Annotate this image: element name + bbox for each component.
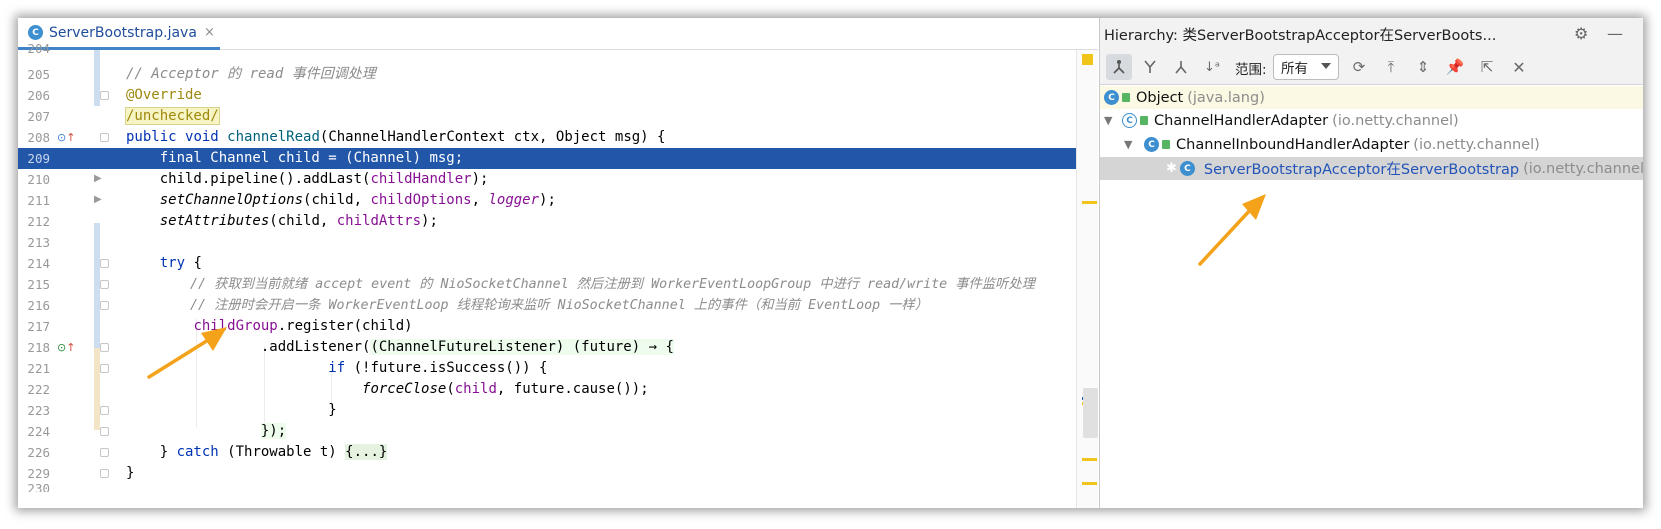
subtypes-hierarchy-button[interactable] [1137, 54, 1163, 80]
code-line[interactable]: 215 // 获取到当前就绪 accept event 的 NioSocketC… [18, 274, 1098, 295]
tree-expanded-icon[interactable]: ▼ [1124, 138, 1132, 151]
hierarchy-title: Hierarchy: 类ServerBootstrapAcceptor在Serv… [1104, 27, 1497, 44]
unchecked-hint: /unchecked/ [125, 107, 220, 125]
code-line[interactable]: 224 }); [18, 421, 1098, 442]
class-icon: C [1179, 161, 1195, 176]
supertypes-button[interactable] [1168, 54, 1194, 80]
implement-gutter-icon[interactable]: ⊙↑ [57, 341, 75, 354]
code-line[interactable]: 218 ⊙↑ .addListener((ChannelFutureListen… [18, 337, 1098, 358]
subtypes-icon [1144, 60, 1156, 73]
fold-marker[interactable] [100, 364, 109, 373]
code-line[interactable]: 208 ⊙↑ public void channelRead(ChannelHa… [18, 127, 1098, 148]
comment: // 注册时会开启一条 WorkerEventLoop 线程轮询来监听 NioS… [190, 298, 929, 313]
fold-marker[interactable] [100, 406, 109, 415]
minimize-icon[interactable]: — [1607, 24, 1623, 43]
code-line[interactable]: 213 [18, 232, 1098, 253]
comment: // 获取到当前就绪 accept event 的 NioSocketChann… [190, 277, 1035, 292]
fold-marker[interactable] [100, 448, 109, 457]
pin-icon: 📌 [1445, 58, 1465, 76]
abstract-class-icon: C [1122, 113, 1137, 128]
close-button[interactable]: ✕ [1506, 54, 1532, 80]
tree-item-object[interactable]: C Object (java.lang) [1100, 86, 1643, 109]
hierarchy-title-bar: Hierarchy: 类ServerBootstrapAcceptor在Serv… [1100, 18, 1643, 50]
code-line[interactable]: 207 /unchecked/ [18, 106, 1098, 127]
code-line[interactable]: 223 } [18, 400, 1098, 421]
tab-label: ServerBootstrap.java [49, 24, 197, 41]
fold-marker[interactable] [100, 133, 109, 142]
folded-lambda[interactable]: (ChannelFutureListener) (future) → { [370, 339, 674, 355]
scope-label: 范围: [1235, 62, 1267, 78]
warning-mark[interactable] [1082, 458, 1097, 461]
hierarchy-panel: Hierarchy: 类ServerBootstrapAcceptor在Serv… [1099, 18, 1643, 508]
code-line[interactable]: 211 ▶ setChannelOptions(child, childOpti… [18, 190, 1098, 211]
sort-az-icon: ↓ᵃ [1204, 59, 1220, 75]
code-line[interactable]: 221 if (!future.isSuccess()) { [18, 358, 1098, 379]
code-line[interactable]: 222 forceClose(child, future.cause()); [18, 379, 1098, 400]
export-icon: ⤒ [1387, 58, 1395, 76]
code-line[interactable]: 229 } [18, 463, 1098, 484]
code-line[interactable]: 205 // Acceptor 的 read 事件回调处理 [18, 64, 1098, 85]
code-line: 204 [27, 41, 50, 56]
code-line[interactable]: 206 @Override [18, 85, 1098, 106]
expand-all-icon: ⇕ [1416, 58, 1430, 76]
refresh-button[interactable]: ⟳ [1346, 54, 1372, 80]
warning-indicator-icon[interactable] [1082, 54, 1093, 65]
run-arrow-icon: ▶ [94, 173, 102, 184]
override-gutter-icon[interactable]: ⊙↑ [57, 131, 75, 144]
gear-icon[interactable]: ⚙ [1574, 24, 1588, 43]
run-arrow-icon: ▶ [94, 194, 102, 205]
fold-marker[interactable] [100, 280, 109, 289]
fold-marker[interactable] [100, 301, 109, 310]
supertypes-icon [1175, 61, 1187, 74]
refresh-icon: ⟳ [1352, 58, 1366, 76]
ide-window: C ServerBootstrap.java × 204 205 // Acce… [18, 18, 1643, 508]
annotation: @Override [126, 87, 202, 103]
error-stripe[interactable] [1076, 50, 1098, 508]
tree-item-channelhandleradapter[interactable]: C ChannelHandlerAdapter (io.netty.channe… [1122, 109, 1459, 132]
public-access-icon [1140, 116, 1148, 125]
scroll-thumb[interactable] [1083, 388, 1098, 438]
class-icon: C [28, 25, 43, 40]
scope-select[interactable]: 所有 [1273, 54, 1339, 80]
comment: // Acceptor 的 read 事件回调处理 [126, 66, 376, 82]
code-line[interactable]: 216 // 注册时会开启一条 WorkerEventLoop 线程轮询来监听 … [18, 295, 1098, 316]
hierarchy-toolbar: ↓ᵃ 范围: 所有 ⟳ ⤒ ⇕ 📌 ⇱ ✕ [1100, 50, 1643, 85]
close-tab-icon[interactable]: × [204, 25, 215, 40]
code-editor[interactable]: C ServerBootstrap.java × 204 205 // Acce… [18, 18, 1098, 508]
export-button[interactable]: ⤒ [1378, 54, 1404, 80]
class-icon: C [1144, 137, 1159, 152]
fold-marker[interactable] [100, 427, 109, 436]
fold-marker[interactable] [100, 259, 109, 268]
sort-alphabetically-button[interactable]: ↓ᵃ [1199, 54, 1225, 80]
fold-marker[interactable] [100, 343, 109, 352]
tree-expanded-icon[interactable]: ▼ [1104, 114, 1112, 127]
warning-mark[interactable] [1082, 482, 1097, 485]
selected-code-line[interactable]: 209 final Channel child = (Channel) msg; [18, 148, 1098, 169]
code-line[interactable]: 217 childGroup.register(child) [18, 316, 1098, 337]
code-line[interactable]: 212 setAttributes(child, childAttrs); [18, 211, 1098, 232]
code-line[interactable]: 214 try { [18, 253, 1098, 274]
class-icon: C [1104, 90, 1119, 105]
warning-mark[interactable] [1082, 201, 1097, 204]
fold-marker[interactable] [100, 91, 109, 100]
external-link-icon: ⇱ [1480, 58, 1494, 76]
public-access-icon [1122, 93, 1130, 102]
supertypes-hierarchy-button[interactable] [1106, 54, 1132, 80]
folded-block[interactable]: {...} [345, 444, 388, 460]
close-icon: ✕ [1512, 57, 1526, 77]
expand-all-button[interactable]: ⇕ [1410, 54, 1436, 80]
public-access-icon [1162, 140, 1170, 149]
tree-item-channelinboundhandleradapter[interactable]: C ChannelInboundHandlerAdapter (io.netty… [1144, 133, 1540, 156]
code-line[interactable]: 210 ▶ child.pipeline().addLast(childHand… [18, 169, 1098, 190]
chevron-down-icon [1321, 63, 1331, 69]
pin-tab-button[interactable]: 📌 [1442, 54, 1468, 80]
open-in-editor-button[interactable]: ⇱ [1474, 54, 1500, 80]
class-hierarchy-icon [1113, 60, 1125, 74]
code-line: 230 [27, 484, 50, 492]
code-line[interactable]: 226 } catch (Throwable t) {...} [18, 442, 1098, 463]
fold-marker[interactable] [100, 469, 109, 478]
bookmark-icon: ✱ [1166, 161, 1177, 176]
tree-item-serverbootstrapacceptor[interactable]: ✱ C ServerBootstrapAcceptor在ServerBootst… [1100, 157, 1643, 180]
